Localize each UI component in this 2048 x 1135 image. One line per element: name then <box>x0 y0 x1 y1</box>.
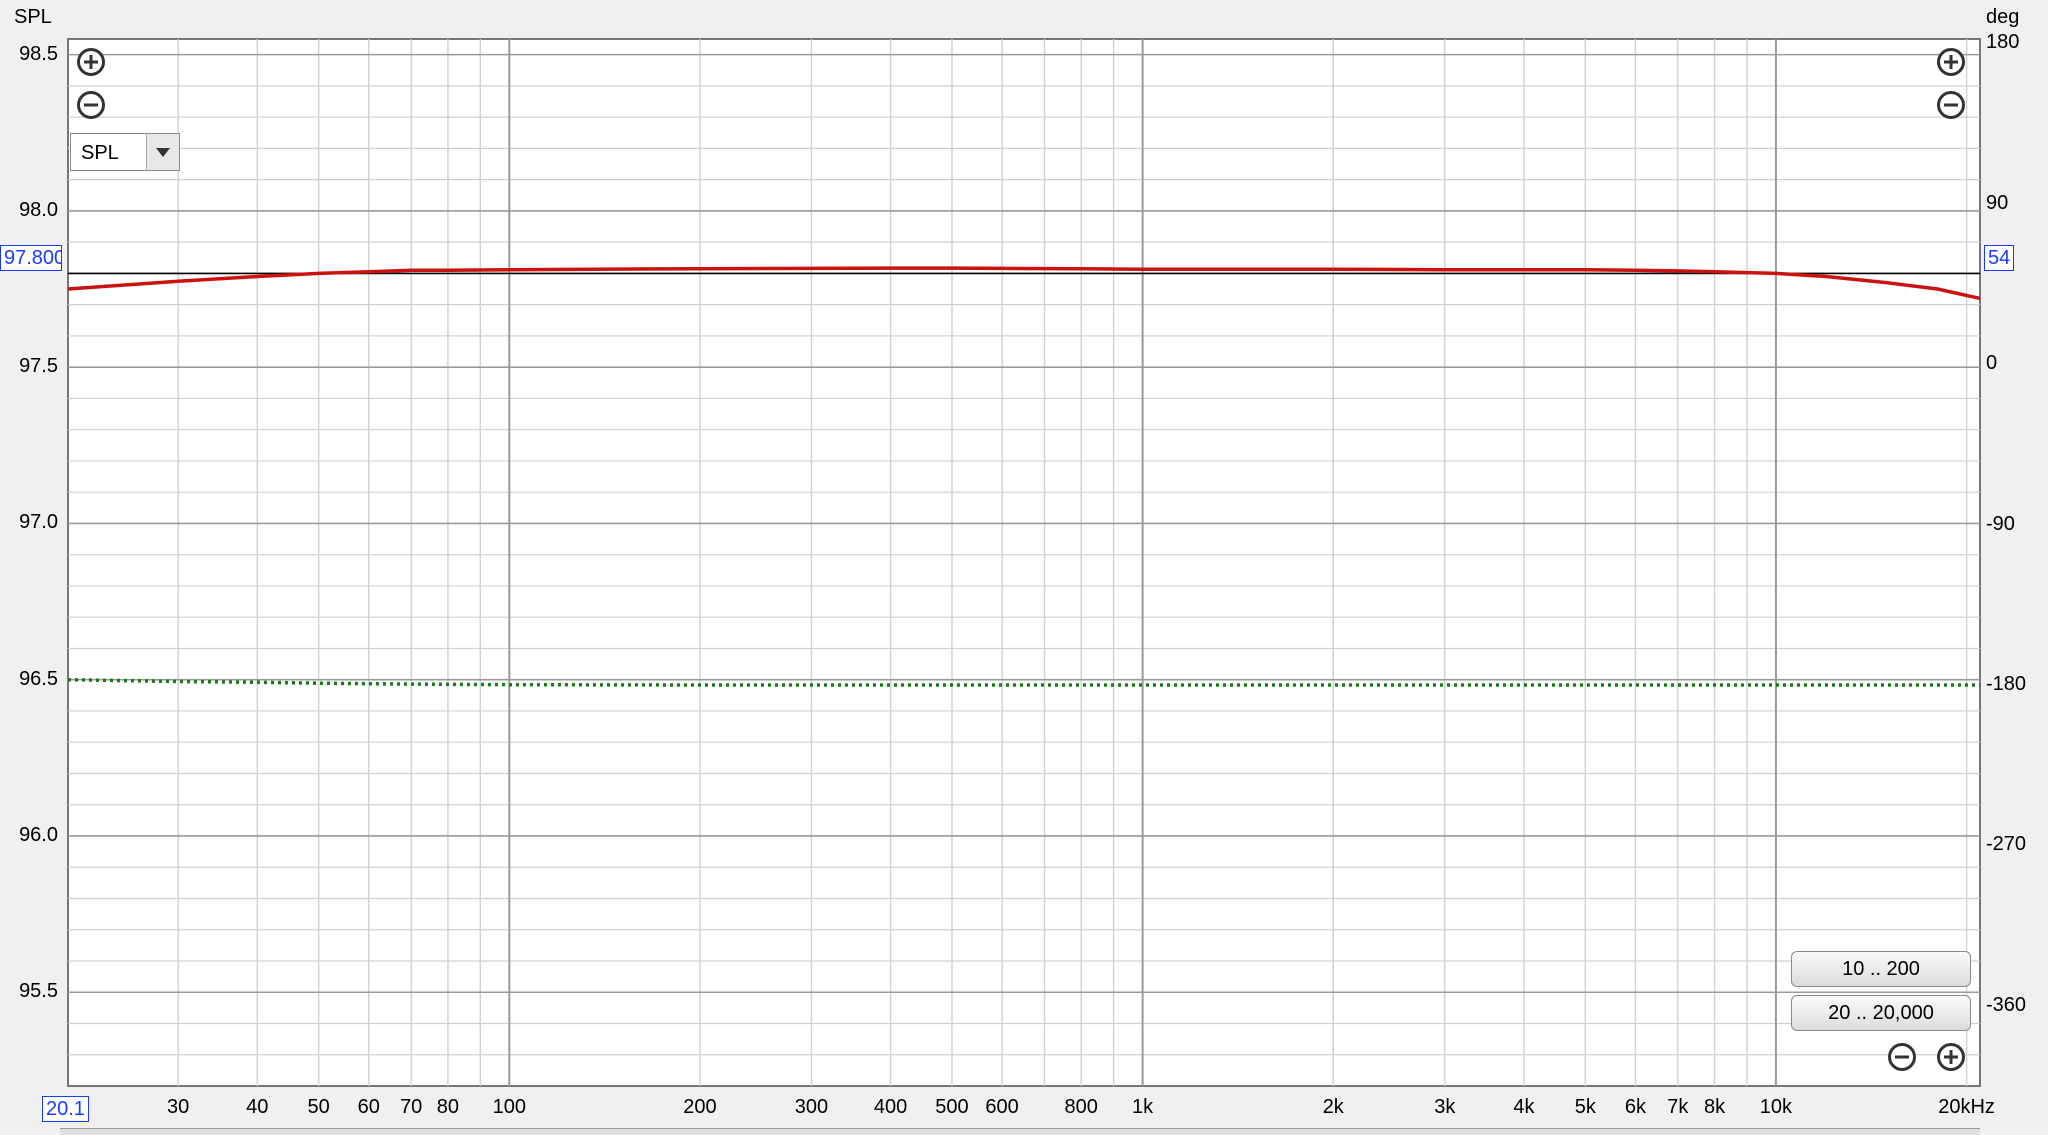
y-tick-label-right: -360 <box>1986 993 2027 1016</box>
y-tick-label-left: 95.5 <box>19 980 58 1003</box>
frequency-response-plot[interactable] <box>0 0 2048 1134</box>
trace-selector[interactable]: SPL <box>70 133 180 171</box>
x-tick-label: 500 <box>935 1096 969 1118</box>
y-tick-label-right: -270 <box>1986 833 2027 856</box>
x-tick-label: 80 <box>436 1096 460 1118</box>
cursor-phase-readout[interactable]: 54 <box>1984 245 2015 271</box>
zoom-out-icon[interactable] <box>77 91 105 119</box>
range-10-200-button[interactable]: 10 .. 200 <box>1791 951 1971 987</box>
x-tick-label: 1k <box>1132 1096 1154 1118</box>
zoom-in-icon[interactable] <box>1937 1043 1965 1071</box>
x-tick-label: 30 <box>167 1096 190 1118</box>
x-tick-label: 600 <box>985 1096 1019 1118</box>
x-tick-label: 300 <box>794 1096 829 1118</box>
y-tick-label-right: -180 <box>1986 673 2027 696</box>
range-20-20000-button[interactable]: 20 .. 20,000 <box>1791 995 1971 1031</box>
x-tick-label: 8k <box>1703 1096 1726 1118</box>
y-tick-label-left: 98.0 <box>19 198 58 221</box>
zoom-in-icon[interactable] <box>1937 48 1965 76</box>
y-tick-label-left: 98.5 <box>19 42 58 65</box>
x-tick-label: 100 <box>492 1096 526 1118</box>
cursor-spl-readout[interactable]: 97.800 <box>0 245 62 271</box>
x-tick-label: 60 <box>357 1096 380 1118</box>
x-tick-label: 400 <box>873 1096 908 1118</box>
y-tick-label-left: 96.0 <box>19 823 58 846</box>
y-tick-label-left: 96.5 <box>19 667 58 690</box>
y-tick-label-right: -90 <box>1986 512 2015 535</box>
chevron-down-icon[interactable] <box>146 134 179 170</box>
zoom-out-icon[interactable] <box>1937 91 1965 119</box>
y-tick-label-left: 97.0 <box>19 511 58 534</box>
x-tick-label: 20kHz <box>1938 1096 1995 1118</box>
x-tick-label: 70 <box>400 1096 423 1118</box>
rew-spl-phase-graph: SPL deg 98.5 98.0 97.5 97.0 96.5 96.0 95.5 180… <box>0 0 2048 1135</box>
y-tick-label-right: 180 <box>1986 31 2020 54</box>
x-tick-label: 7k <box>1667 1096 1689 1118</box>
plot-area[interactable] <box>67 38 1981 1087</box>
x-tick-label: 10k <box>1759 1096 1793 1118</box>
y-tick-label-left: 97.5 <box>19 355 58 378</box>
x-tick-label: 3k <box>1434 1096 1456 1118</box>
x-tick-label: 5k <box>1574 1096 1596 1118</box>
zoom-in-icon[interactable] <box>77 48 105 76</box>
trace-selector-value: SPL <box>81 142 119 164</box>
x-tick-label: 2k <box>1322 1096 1344 1118</box>
zoom-out-icon[interactable] <box>1888 1043 1916 1071</box>
y-tick-label-right: 90 <box>1986 191 2009 214</box>
x-tick-label: 4k <box>1513 1096 1535 1118</box>
x-tick-label: 6k <box>1624 1096 1646 1118</box>
y-tick-label-right: 0 <box>1986 352 1998 375</box>
cursor-frequency-readout[interactable]: 20.1 <box>42 1096 89 1122</box>
x-tick-label: 800 <box>1064 1096 1098 1118</box>
x-tick-label: 50 <box>307 1096 330 1118</box>
x-tick-label: 40 <box>246 1096 269 1118</box>
x-tick-label: 200 <box>683 1096 717 1118</box>
